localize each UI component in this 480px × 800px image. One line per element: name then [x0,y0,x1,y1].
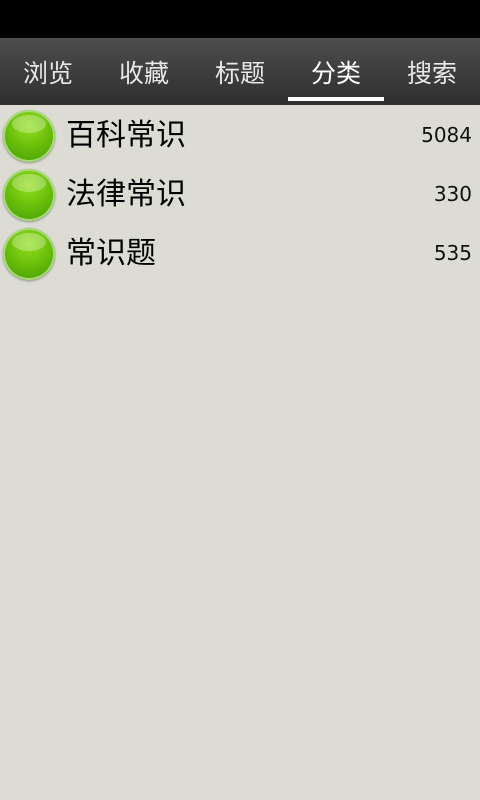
category-label: 法律常识 [66,177,186,212]
list-item[interactable]: 法律常识 330 [0,165,480,224]
list-item[interactable]: 常识题 535 [0,224,480,283]
category-list: 百科常识 5084 法律常识 330 常识题 535 [0,106,480,283]
list-item[interactable]: 百科常识 5084 [0,106,480,165]
category-count: 330 [433,182,472,206]
category-count: 5084 [421,123,472,147]
tab-favorites[interactable]: 收藏 [96,38,192,105]
green-circle-icon [3,169,55,221]
category-label: 百科常识 [66,118,186,153]
tab-titles[interactable]: 标题 [192,38,288,105]
category-label: 常识题 [66,236,156,271]
tab-categories[interactable]: 分类 [288,38,384,105]
tab-search[interactable]: 搜索 [384,38,480,105]
green-circle-icon [3,228,55,280]
tab-browse[interactable]: 浏览 [0,38,96,105]
green-circle-icon [3,110,55,162]
status-bar [0,0,480,38]
category-count: 535 [433,241,472,265]
tab-bar: 浏览 收藏 标题 分类 搜索 [0,38,480,105]
